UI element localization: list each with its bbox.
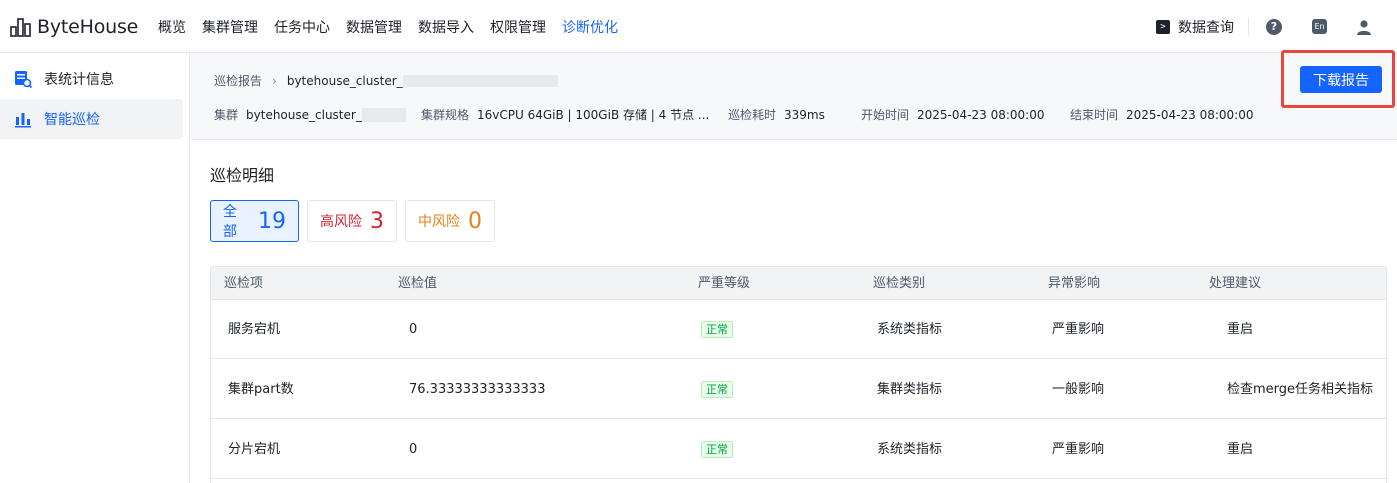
filter-count: 3 <box>370 208 384 234</box>
cell-impact: 严重影响 <box>1052 442 1105 457</box>
highlight-box <box>1281 50 1395 108</box>
top-navigation-bar: ByteHouse 概览 集群管理 任务中心 数据管理 数据导入 权限管理 诊断… <box>0 0 1397 53</box>
nav-data-management[interactable]: 数据管理 <box>346 17 402 37</box>
chevron-right-icon: › <box>272 73 277 88</box>
table-row: 集群part数 76.33333333333333 正常 集群类指标 一般影响 … <box>211 360 1386 419</box>
cell-level: 正常 <box>701 420 733 479</box>
sidebar-item-label: 表统计信息 <box>44 72 114 88</box>
sidebar-item-smart-inspection[interactable]: 智能巡检 <box>0 99 183 139</box>
cell-category: 系统类指标 <box>877 322 943 337</box>
nav-task-center[interactable]: 任务中心 <box>274 17 330 37</box>
meta-start-value: 2025-04-23 08:00:00 <box>917 107 1045 122</box>
cell-item: 集群part数 <box>228 382 294 397</box>
divider <box>1248 17 1249 36</box>
report-header: 巡检报告 › bytehouse_cluster_ 集群 bytehouse_c… <box>191 53 1397 140</box>
meta-spec-label: 集群规格 <box>421 108 470 122</box>
terminal-icon: > <box>1156 19 1170 34</box>
sidebar-item-table-stats[interactable]: 表统计信息 <box>0 59 183 99</box>
data-query-label: 数据查询 <box>1178 19 1234 36</box>
cell-category: 系统类指标 <box>877 442 943 457</box>
table-stats-icon <box>15 71 32 88</box>
column-header: 处理建议 <box>1209 276 1262 291</box>
help-icon[interactable]: ? <box>1266 18 1282 35</box>
meta-cluster-value: bytehouse_cluster_ <box>246 107 362 122</box>
column-header: 巡检值 <box>398 276 438 291</box>
cell-level: 正常 <box>701 360 733 419</box>
cell-advice: 重启 <box>1227 442 1254 457</box>
nav-diagnosis-optimization[interactable]: 诊断优化 <box>562 17 618 37</box>
meta-spec-value: 16vCPU 64GiB | 100GiB 存储 | 4 节点 ... <box>477 108 710 122</box>
nav-overview[interactable]: 概览 <box>158 17 186 37</box>
status-badge: 正常 <box>701 321 733 338</box>
breadcrumb: 巡检报告 › bytehouse_cluster_ <box>214 72 558 89</box>
column-header: 严重等级 <box>698 276 751 291</box>
main-nav: 概览 集群管理 任务中心 数据管理 数据导入 权限管理 诊断优化 <box>158 0 634 53</box>
column-header: 巡检类别 <box>873 276 926 291</box>
cell-value: 0 <box>409 442 418 457</box>
column-header: 巡检项 <box>224 276 264 291</box>
cell-impact: 严重影响 <box>1052 322 1105 337</box>
bytehouse-logo[interactable]: ByteHouse <box>10 14 138 40</box>
status-badge: 正常 <box>701 441 733 458</box>
cell-advice: 重启 <box>1227 322 1254 337</box>
nav-cluster-management[interactable]: 集群管理 <box>202 17 258 37</box>
cell-item: 服务宕机 <box>228 322 281 337</box>
user-icon[interactable] <box>1355 18 1373 36</box>
column-header: 异常影响 <box>1048 276 1101 291</box>
redaction-mask <box>361 107 406 122</box>
filter-all[interactable]: 全部 19 <box>210 200 299 242</box>
section-title: 巡检明细 <box>210 166 275 185</box>
filter-label: 全部 <box>223 204 237 240</box>
sidebar: 表统计信息 智能巡检 <box>0 53 190 483</box>
meta-duration-value: 339ms <box>784 107 825 122</box>
meta-duration-label: 巡检耗时 <box>728 108 777 122</box>
filter-count: 0 <box>468 208 482 234</box>
cell-category: 集群类指标 <box>877 382 943 397</box>
meta-cluster: 集群 bytehouse_cluster_ <box>214 106 406 123</box>
status-badge: 正常 <box>701 381 733 398</box>
filter-medium-risk[interactable]: 中风险 0 <box>405 200 495 242</box>
breadcrumb-parent[interactable]: 巡检报告 <box>214 72 262 89</box>
meta-cluster-label: 集群 <box>214 108 239 122</box>
cell-impact: 一般影响 <box>1052 382 1105 397</box>
table-row: 分片宕机 0 正常 系统类指标 严重影响 重启 <box>211 420 1386 479</box>
filter-count: 19 <box>258 208 286 234</box>
bytehouse-logo-icon <box>10 18 31 37</box>
sidebar-item-label: 智能巡检 <box>44 112 100 128</box>
meta-start-time: 开始时间 2025-04-23 08:00:00 <box>861 106 1044 123</box>
breadcrumb-current: bytehouse_cluster_ <box>286 73 403 88</box>
cell-level: 正常 <box>701 300 733 359</box>
filter-label: 中风险 <box>418 214 460 230</box>
nav-permission-management[interactable]: 权限管理 <box>490 17 546 37</box>
language-icon[interactable]: En <box>1312 19 1327 34</box>
bar-chart-icon <box>15 113 31 128</box>
nav-data-import[interactable]: 数据导入 <box>418 17 474 37</box>
inspection-table: 巡检项 巡检值 严重等级 巡检类别 异常影响 处理建议 服务宕机 0 正常 系统… <box>210 266 1387 483</box>
top-right-actions: > 数据查询 ? En <box>1156 0 1397 53</box>
data-query-button[interactable]: > 数据查询 <box>1156 17 1234 37</box>
meta-duration: 巡检耗时 339ms <box>728 106 825 123</box>
meta-end-value: 2025-04-23 08:00:00 <box>1126 107 1254 122</box>
meta-spec: 集群规格 16vCPU 64GiB | 100GiB 存储 | 4 节点 ... <box>421 106 709 123</box>
filter-high-risk[interactable]: 高风险 3 <box>307 200 397 242</box>
cell-value: 0 <box>409 322 418 337</box>
cell-advice: 检查merge任务相关指标 <box>1227 382 1374 397</box>
meta-end-label: 结束时间 <box>1070 108 1119 122</box>
cell-value: 76.33333333333333 <box>409 382 546 397</box>
table-header: 巡检项 巡检值 严重等级 巡检类别 异常影响 处理建议 <box>211 267 1386 300</box>
redaction-mask <box>402 74 558 87</box>
brand-name: ByteHouse <box>37 16 139 38</box>
cell-item: 分片宕机 <box>228 442 281 457</box>
meta-end-time: 结束时间 2025-04-23 08:00:00 <box>1070 106 1253 123</box>
table-row: 服务宕机 0 正常 系统类指标 严重影响 重启 <box>211 300 1386 359</box>
filter-label: 高风险 <box>320 214 362 230</box>
meta-start-label: 开始时间 <box>861 108 910 122</box>
